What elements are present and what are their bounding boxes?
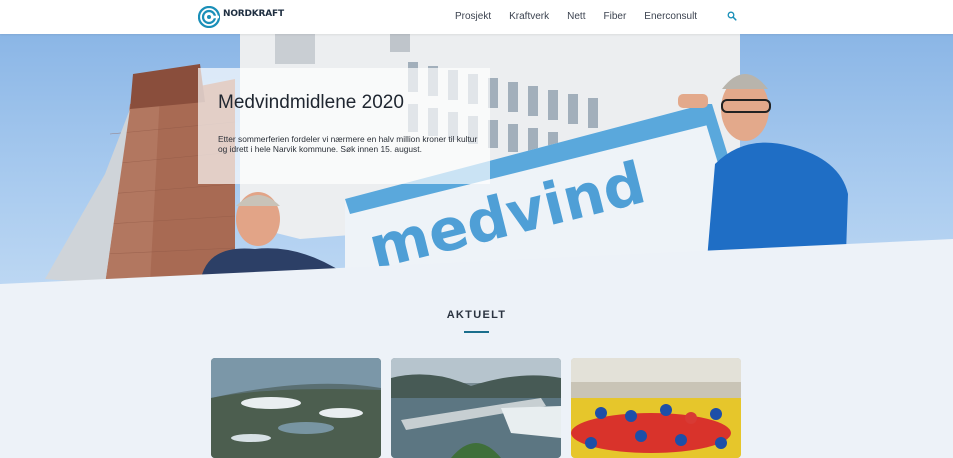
main-nav: Prosjekt Kraftverk Nett Fiber Enerconsul… xyxy=(455,11,715,22)
hero-title[interactable]: Medvindmidlene 2020 xyxy=(218,92,404,114)
hero-info-card[interactable]: Medvindmidlene 2020 Etter sommerferien f… xyxy=(198,68,490,184)
site-header: NORDKRAFT Prosjekt Kraftverk Nett Fiber … xyxy=(0,0,953,34)
news-card-image xyxy=(211,358,381,458)
search-icon[interactable] xyxy=(727,11,737,21)
logo[interactable]: NORDKRAFT xyxy=(198,6,284,28)
nav-item-kraftverk[interactable]: Kraftverk xyxy=(509,11,549,22)
news-card[interactable] xyxy=(391,358,561,458)
logo-swirl-icon xyxy=(198,6,220,28)
logo-text: NORDKRAFT xyxy=(223,9,284,19)
hero-banner[interactable]: medvind Medvindmidlene 2020 Etter sommer… xyxy=(0,34,953,284)
news-card[interactable] xyxy=(571,358,741,458)
section-title: AKTUELT xyxy=(446,309,507,321)
nav-item-enerconsult[interactable]: Enerconsult xyxy=(644,11,697,22)
nav-item-nett[interactable]: Nett xyxy=(567,11,585,22)
nav-item-fiber[interactable]: Fiber xyxy=(603,11,626,22)
news-card[interactable] xyxy=(211,358,381,458)
news-card-image xyxy=(391,358,561,458)
nav-item-prosjekt[interactable]: Prosjekt xyxy=(455,11,491,22)
news-card-image xyxy=(571,358,741,458)
section-divider xyxy=(464,331,489,333)
hero-description: Etter sommerferien fordeler vi nærmere e… xyxy=(218,134,478,154)
